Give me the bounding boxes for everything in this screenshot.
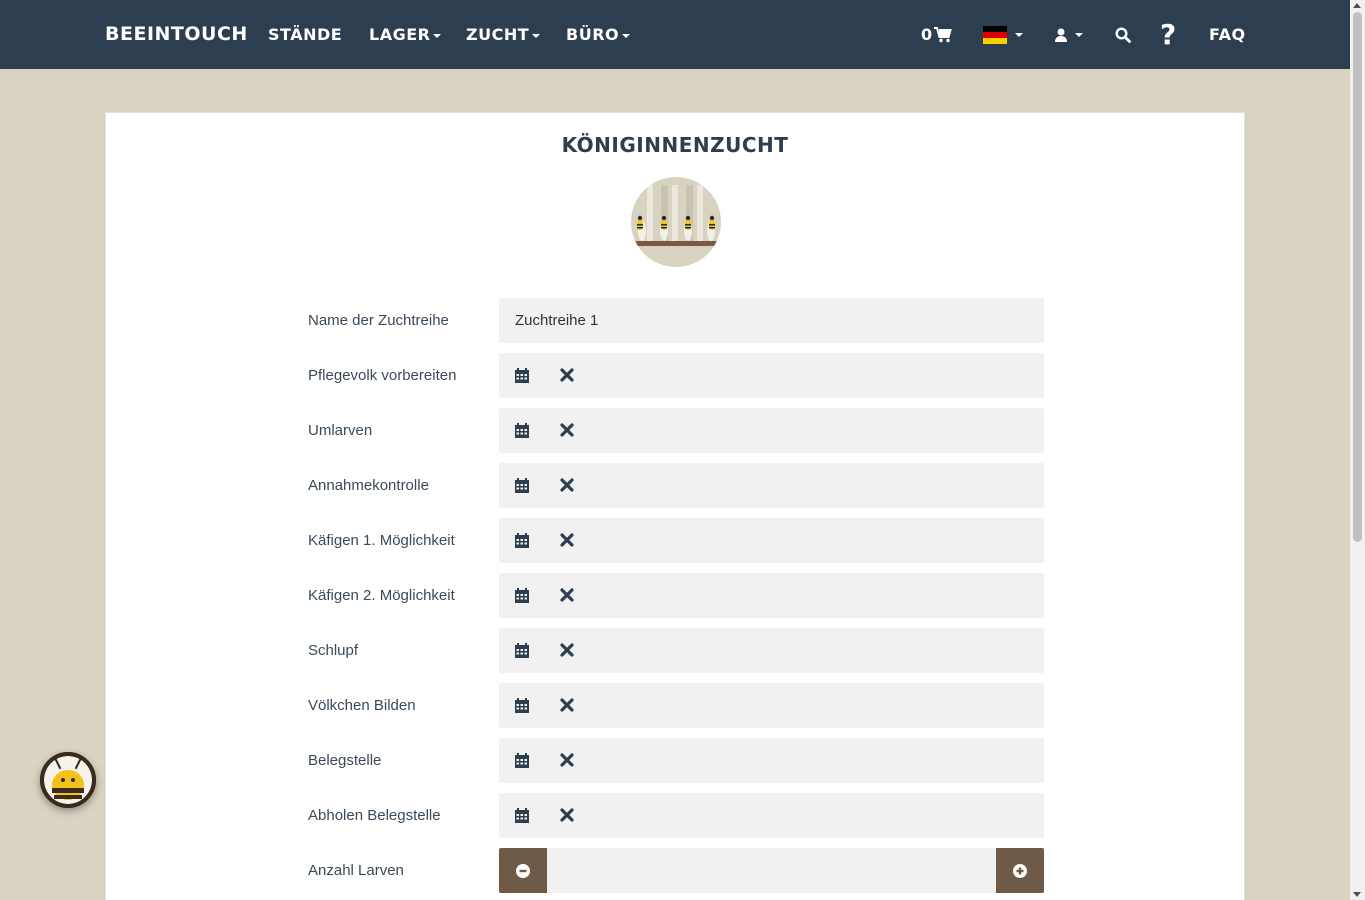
clear-icon[interactable] [560,423,574,437]
form-row-date: Umlarven [106,408,1244,453]
date-field-input[interactable] [499,628,1044,673]
calendar-icon[interactable] [515,533,529,548]
calendar-icon[interactable] [515,698,529,713]
date-field-input[interactable] [499,463,1044,508]
date-field-label: Pflegevolk vorbereiten [308,367,457,384]
date-field-label: Käfigen 2. Möglichkeit [308,587,455,604]
calendar-icon[interactable] [515,753,529,768]
user-menu-dropdown[interactable] [1055,0,1083,69]
search-icon [1115,26,1131,43]
name-label: Name der Zuchtreihe [308,312,449,329]
nav-item-label: ZUCHT [466,25,530,44]
date-field-label: Völkchen Bilden [308,697,416,714]
page-scrollbar[interactable] [1350,0,1365,900]
calendar-icon[interactable] [515,808,529,823]
clear-icon[interactable] [560,808,574,822]
help-button[interactable]: ? [1160,0,1176,69]
clear-icon[interactable] [560,698,574,712]
calendar-icon[interactable] [515,368,529,383]
top-navbar: BEEINTOUCH STÄNDE LAGER ZUCHT BÜRO 0 ? F [0,0,1350,69]
caret-down-icon [532,33,541,38]
date-field-input[interactable] [499,408,1044,453]
queen-cells-icon [631,177,721,267]
breeding-form-card: KÖNIGINNENZUCHT Name der Zuchtreihe Zuch… [105,112,1245,900]
date-field-input[interactable] [499,518,1044,563]
nav-item-label: BÜRO [566,25,620,44]
caret-down-icon [433,33,442,38]
nav-item-staende[interactable]: STÄNDE [268,0,342,69]
calendar-icon[interactable] [515,643,529,658]
larvae-label: Anzahl Larven [308,862,404,879]
plus-circle-icon [1013,863,1027,878]
cart-count: 0 [921,25,933,44]
form-row-date: Käfigen 1. Möglichkeit [106,518,1244,563]
form-row-date: Schlupf [106,628,1244,673]
date-field-label: Annahmekontrolle [308,477,429,494]
date-field-input[interactable] [499,738,1044,783]
form-row-date: Belegstelle [106,738,1244,783]
scrollbar-thumb[interactable] [1353,12,1362,542]
caret-down-icon [1015,32,1023,37]
help-icon: ? [1160,18,1177,51]
faq-link[interactable]: FAQ [1209,0,1246,69]
flag-de-icon [983,25,1007,44]
clear-icon[interactable] [560,533,574,547]
increment-button[interactable] [996,848,1044,893]
nav-item-zucht[interactable]: ZUCHT [466,0,541,69]
calendar-icon[interactable] [515,423,529,438]
clear-icon[interactable] [560,588,574,602]
date-field-label: Belegstelle [308,752,382,769]
form-row-date: Pflegevolk vorbereiten [106,353,1244,398]
larvae-count-input[interactable] [547,848,996,893]
language-dropdown[interactable] [983,0,1023,69]
bee-assistant-button[interactable] [40,752,96,808]
form-row-larvae: Anzahl Larven [106,848,1244,893]
clear-icon[interactable] [560,478,574,492]
nav-item-label: STÄNDE [268,25,343,44]
nav-item-buero[interactable]: BÜRO [566,0,631,69]
form-row-date: Völkchen Bilden [106,683,1244,728]
scroll-up-icon[interactable] [1353,3,1361,8]
cart-icon [933,26,952,42]
date-field-label: Abholen Belegstelle [308,807,441,824]
nav-item-label: LAGER [369,25,431,44]
caret-down-icon [622,33,631,38]
clear-icon[interactable] [560,368,574,382]
scroll-down-icon[interactable] [1353,892,1361,897]
date-field-label: Schlupf [308,642,359,659]
calendar-icon[interactable] [515,588,529,603]
page-title: KÖNIGINNENZUCHT [561,133,789,157]
form-row-date: Annahmekontrolle [106,463,1244,508]
caret-down-icon [1075,32,1083,37]
date-field-input[interactable] [499,573,1044,618]
form-row-date: Abholen Belegstelle [106,793,1244,838]
user-icon [1055,28,1067,42]
minus-circle-icon [516,863,530,878]
calendar-icon[interactable] [515,478,529,493]
date-field-input[interactable] [499,683,1044,728]
date-field-input[interactable] [499,793,1044,838]
date-field-label: Umlarven [308,422,373,439]
decrement-button[interactable] [499,848,547,893]
brand-logo-link[interactable]: BEEINTOUCH [105,0,248,69]
date-field-label: Käfigen 1. Möglichkeit [308,532,455,549]
clear-icon[interactable] [560,643,574,657]
cart-button[interactable]: 0 [921,0,952,69]
date-field-input[interactable] [499,353,1044,398]
breeding-series-name-input[interactable]: Zuchtreihe 1 [499,298,1044,343]
bee-mascot-icon [40,752,96,808]
nav-item-lager[interactable]: LAGER [369,0,442,69]
clear-icon[interactable] [560,753,574,767]
form-row-date: Käfigen 2. Möglichkeit [106,573,1244,618]
form-row-name: Name der Zuchtreihe Zuchtreihe 1 [106,298,1244,343]
search-button[interactable] [1115,0,1131,69]
larvae-stepper [499,848,1044,893]
